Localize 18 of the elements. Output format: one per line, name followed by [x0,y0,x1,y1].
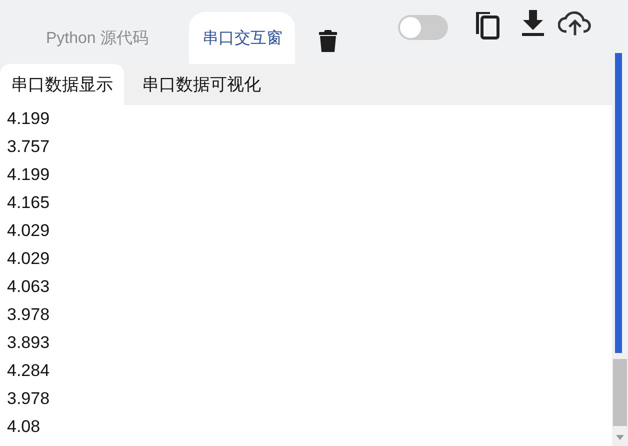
data-line: 4.029 [7,248,51,270]
data-line: 3.893 [7,332,51,354]
subtab[interactable]: 串口数据显示 [0,64,124,105]
data-line: 4.199 [7,164,51,186]
data-line: 4.063 [7,276,51,298]
subtab[interactable]: 串口数据可视化 [131,64,272,105]
toggle-switch[interactable] [398,15,448,40]
data-line: 4.165 [7,192,51,214]
tab[interactable]: 串口交互窗 [189,12,296,64]
data-line: 3.978 [7,304,51,326]
data-line: 4.08 [7,416,42,438]
download-icon[interactable] [520,8,546,38]
data-line: 3.978 [7,388,51,410]
data-line: 4.199 [7,108,51,130]
data-line: 4.029 [7,220,51,242]
trash-icon[interactable] [319,30,338,52]
data-line: 4.284 [7,360,51,382]
data-line: 3.757 [7,136,51,158]
